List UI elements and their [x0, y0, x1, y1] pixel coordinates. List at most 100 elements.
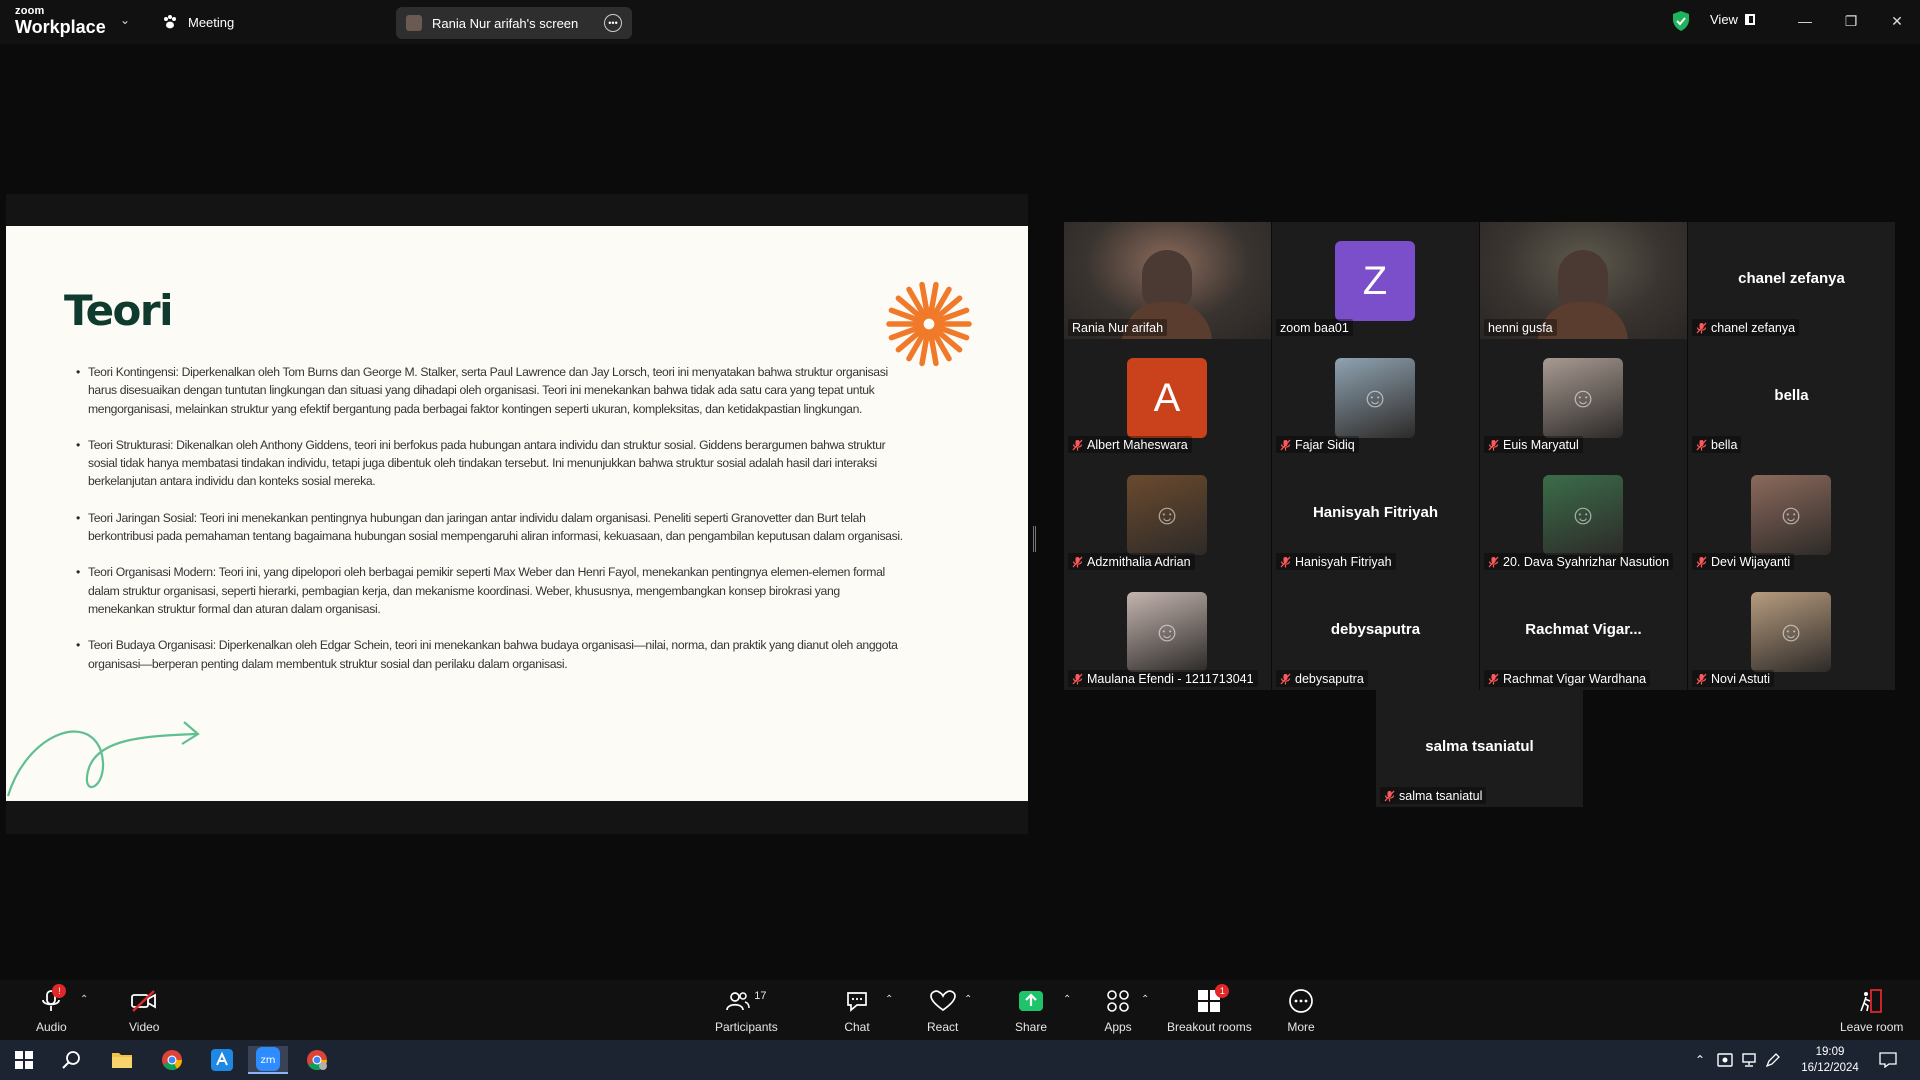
network-icon[interactable]: [1738, 1046, 1760, 1074]
taskbar-clock[interactable]: 19:09 16/12/2024: [1796, 1044, 1864, 1076]
participant-tile[interactable]: chanel zefanya chanel zefanya: [1688, 222, 1895, 339]
muted-mic-icon: [1280, 556, 1291, 567]
participant-tile[interactable]: ☺ Euis Maryatul: [1480, 339, 1687, 456]
participant-tile[interactable]: Rachmat Vigar... Rachmat Vigar Wardhana: [1480, 573, 1687, 690]
share-button[interactable]: Share: [1015, 988, 1047, 1034]
more-options-icon[interactable]: •••: [604, 14, 622, 32]
participant-photo: ☺: [1335, 358, 1415, 438]
muted-mic-icon: [1696, 673, 1707, 684]
chat-button[interactable]: Chat: [843, 988, 871, 1034]
participant-tile[interactable]: A Albert Maheswara: [1064, 339, 1271, 456]
participant-name: debysaputra: [1295, 671, 1364, 686]
participant-photo: ☺: [1543, 475, 1623, 555]
react-button[interactable]: React: [927, 988, 958, 1034]
participant-photo: ☺: [1751, 592, 1831, 672]
pen-icon[interactable]: [1762, 1046, 1784, 1074]
share-options-caret[interactable]: ⌃: [1063, 994, 1071, 1005]
participant-photo: ☺: [1127, 475, 1207, 555]
more-button[interactable]: More: [1287, 988, 1315, 1034]
participant-name: Devi Wijayanti: [1711, 554, 1791, 569]
chevron-down-icon[interactable]: ⌄: [120, 13, 130, 27]
participant-tile[interactable]: ☺ Maulana Efendi - 1211713041: [1064, 573, 1271, 690]
participant-name: Fajar Sidiq: [1295, 437, 1355, 452]
participant-name: zoom baa01: [1280, 320, 1349, 335]
audio-options-caret[interactable]: ⌃: [80, 994, 88, 1005]
participants-button[interactable]: 17 Participants: [715, 988, 778, 1034]
person-icon: ☺: [1152, 616, 1182, 647]
logo-zoom-text: zoom: [15, 5, 45, 17]
view-grid-icon: [1744, 14, 1755, 25]
participants-icon: [726, 992, 750, 1011]
participant-nameplate: Hanisyah Fitriyah: [1276, 553, 1396, 570]
audio-label: Audio: [36, 1020, 67, 1034]
clock-date: 16/12/2024: [1801, 1062, 1859, 1074]
participant-tile[interactable]: ☺ Adzmithalia Adrian: [1064, 456, 1271, 573]
apps-options-caret[interactable]: ⌃: [1141, 994, 1149, 1005]
participant-tile[interactable]: Hanisyah Fitriyah Hanisyah Fitriyah: [1272, 456, 1479, 573]
participant-nameplate: Novi Astuti: [1692, 670, 1775, 687]
chrome-icon[interactable]: [158, 1046, 186, 1074]
search-icon[interactable]: [58, 1046, 86, 1074]
audio-button[interactable]: ! Audio: [36, 984, 67, 1034]
participant-tile[interactable]: Rania Nur arifah: [1064, 222, 1271, 339]
leave-room-button[interactable]: Leave room: [1840, 988, 1903, 1034]
shared-screen-label: Rania Nur arifah's screen: [432, 15, 579, 31]
leave-door-icon: [1859, 989, 1882, 1013]
react-options-caret[interactable]: ⌃: [964, 994, 972, 1005]
apps-icon: [1107, 990, 1129, 1012]
participant-nameplate: Fajar Sidiq: [1276, 436, 1359, 453]
muted-mic-icon: [1488, 673, 1499, 684]
title-bar: zoom Workplace ⌄ Meeting Rania Nur arifa…: [0, 0, 1920, 44]
participant-tile[interactable]: henni gusfa: [1480, 222, 1687, 339]
participant-nameplate: bella: [1692, 436, 1742, 453]
meeting-menu-button[interactable]: Meeting: [162, 12, 234, 32]
windows-start-icon[interactable]: [10, 1046, 38, 1074]
sunburst-rays: [886, 281, 972, 367]
tray-chevron-icon[interactable]: ⌃: [1690, 1046, 1710, 1074]
chrome-profile-icon[interactable]: [303, 1046, 331, 1074]
zoom-workplace-logo[interactable]: zoom Workplace: [15, 5, 106, 37]
logo-workplace-text: Workplace: [15, 17, 106, 37]
chat-options-caret[interactable]: ⌃: [885, 994, 893, 1005]
share-screen-icon: [1019, 991, 1044, 1011]
participant-tile[interactable]: bella bella: [1688, 339, 1895, 456]
participant-tile[interactable]: ☺ Fajar Sidiq: [1272, 339, 1479, 456]
participant-silhouette: [1142, 250, 1192, 310]
security-shield-icon[interactable]: [1672, 10, 1690, 32]
restore-icon[interactable]: ❐: [1836, 8, 1866, 34]
minimize-icon[interactable]: —: [1790, 8, 1820, 34]
participant-tile[interactable]: Zzoom baa01: [1272, 222, 1479, 339]
presenter-avatar: [406, 15, 422, 31]
participant-nameplate: 20. Dava Syahrizhar Nasution: [1484, 553, 1674, 570]
participant-display-name: salma tsaniatul: [1425, 738, 1534, 755]
participant-tile[interactable]: ☺ Novi Astuti: [1688, 573, 1895, 690]
react-label: React: [927, 1020, 959, 1034]
participant-nameplate: salma tsaniatul: [1380, 787, 1487, 804]
meet-now-icon[interactable]: [1714, 1046, 1736, 1074]
slide-title: Teori: [64, 286, 174, 335]
participant-tile[interactable]: ☺ 20. Dava Syahrizhar Nasution: [1480, 456, 1687, 573]
app-store-icon[interactable]: [208, 1046, 236, 1074]
participant-tile[interactable]: debysaputra debysaputra: [1272, 573, 1479, 690]
view-button[interactable]: View: [1710, 12, 1755, 27]
close-icon[interactable]: ✕: [1882, 8, 1912, 34]
split-view-handle[interactable]: [1033, 526, 1036, 552]
file-explorer-icon[interactable]: [108, 1046, 136, 1074]
video-button[interactable]: Video: [129, 988, 159, 1034]
zoom-taskbar-icon[interactable]: zm: [248, 1046, 288, 1074]
muted-mic-icon: [1696, 556, 1707, 567]
muted-mic-icon: [1384, 790, 1395, 801]
more-icon: [1289, 989, 1313, 1013]
slide-bullet: Teori Budaya Organisasi: Diperkenalkan o…: [76, 636, 906, 673]
participant-tile[interactable]: salma tsaniatul salma tsaniatul: [1376, 690, 1583, 807]
chat-icon: [847, 992, 867, 1012]
leave-room-label: Leave room: [1840, 1020, 1904, 1034]
more-label: More: [1287, 1020, 1315, 1034]
shared-screen-pill[interactable]: Rania Nur arifah's screen •••: [396, 7, 632, 39]
participant-tile[interactable]: ☺ Devi Wijayanti: [1688, 456, 1895, 573]
breakout-rooms-button[interactable]: 1 Breakout rooms: [1167, 984, 1252, 1034]
slide-bullet: Teori Jaringan Sosial: Teori ini menekan…: [76, 509, 906, 546]
paw-icon: [164, 15, 176, 29]
notifications-icon[interactable]: [1874, 1046, 1902, 1074]
apps-button[interactable]: Apps: [1104, 988, 1132, 1034]
